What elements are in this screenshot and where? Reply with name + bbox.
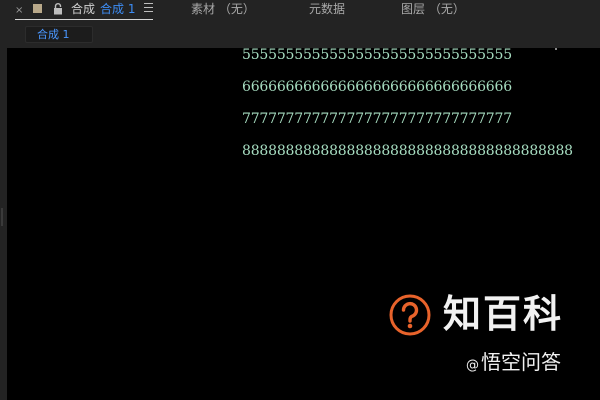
text-layer-line-1: 5555555555555555555555555555555	[242, 48, 512, 63]
viewer-speck	[555, 48, 557, 50]
close-tab-icon[interactable]: ×	[15, 5, 23, 17]
tab-metadata[interactable]: 元数据	[309, 2, 345, 16]
watermark: 知百科 @ 悟空问答	[383, 288, 595, 394]
lock-icon[interactable]	[53, 3, 63, 15]
tab-composition-name: 合成 1	[100, 2, 136, 16]
comp-navigator-tab[interactable]: 合成 1	[25, 26, 93, 43]
tab-layer[interactable]: 图层 （无）	[401, 2, 465, 16]
watermark-wukong: @ 悟空问答	[466, 350, 561, 378]
tab-composition[interactable]: 合成 合成 1	[71, 2, 135, 16]
tab-composition-title: 合成	[71, 2, 96, 16]
comp-navigator-label: 合成 1	[37, 28, 70, 41]
question-mark-circle-icon	[389, 294, 431, 336]
composition-navigator-bar: 合成 1	[0, 22, 600, 48]
watermark-at-sign: @	[466, 358, 479, 373]
panel-menu-icon[interactable]	[144, 3, 153, 13]
comp-color-swatch-icon	[33, 4, 42, 13]
tab-footage[interactable]: 素材 （无）	[191, 2, 255, 16]
text-layer-line-2: 6666666666666666666666666666666	[242, 79, 512, 95]
text-layer-line-4: 88888888888888888888888888888888888888	[242, 143, 573, 159]
watermark-brand: 知百科	[443, 292, 564, 336]
ae-composition-panel: × 合成 合成 1 素材 （无） 元数据 图层 （无） 合成 1 55555555…	[0, 0, 600, 400]
gutter-resize-handle[interactable]	[1, 208, 3, 226]
watermark-wukong-label: 悟空问答	[481, 350, 561, 374]
left-gutter	[0, 48, 7, 400]
panel-tab-bar: × 合成 合成 1 素材 （无） 元数据 图层 （无）	[0, 0, 600, 22]
active-tab-underline	[15, 19, 153, 20]
text-layer-line-3: 7777777777777777777777777777777	[242, 111, 512, 127]
